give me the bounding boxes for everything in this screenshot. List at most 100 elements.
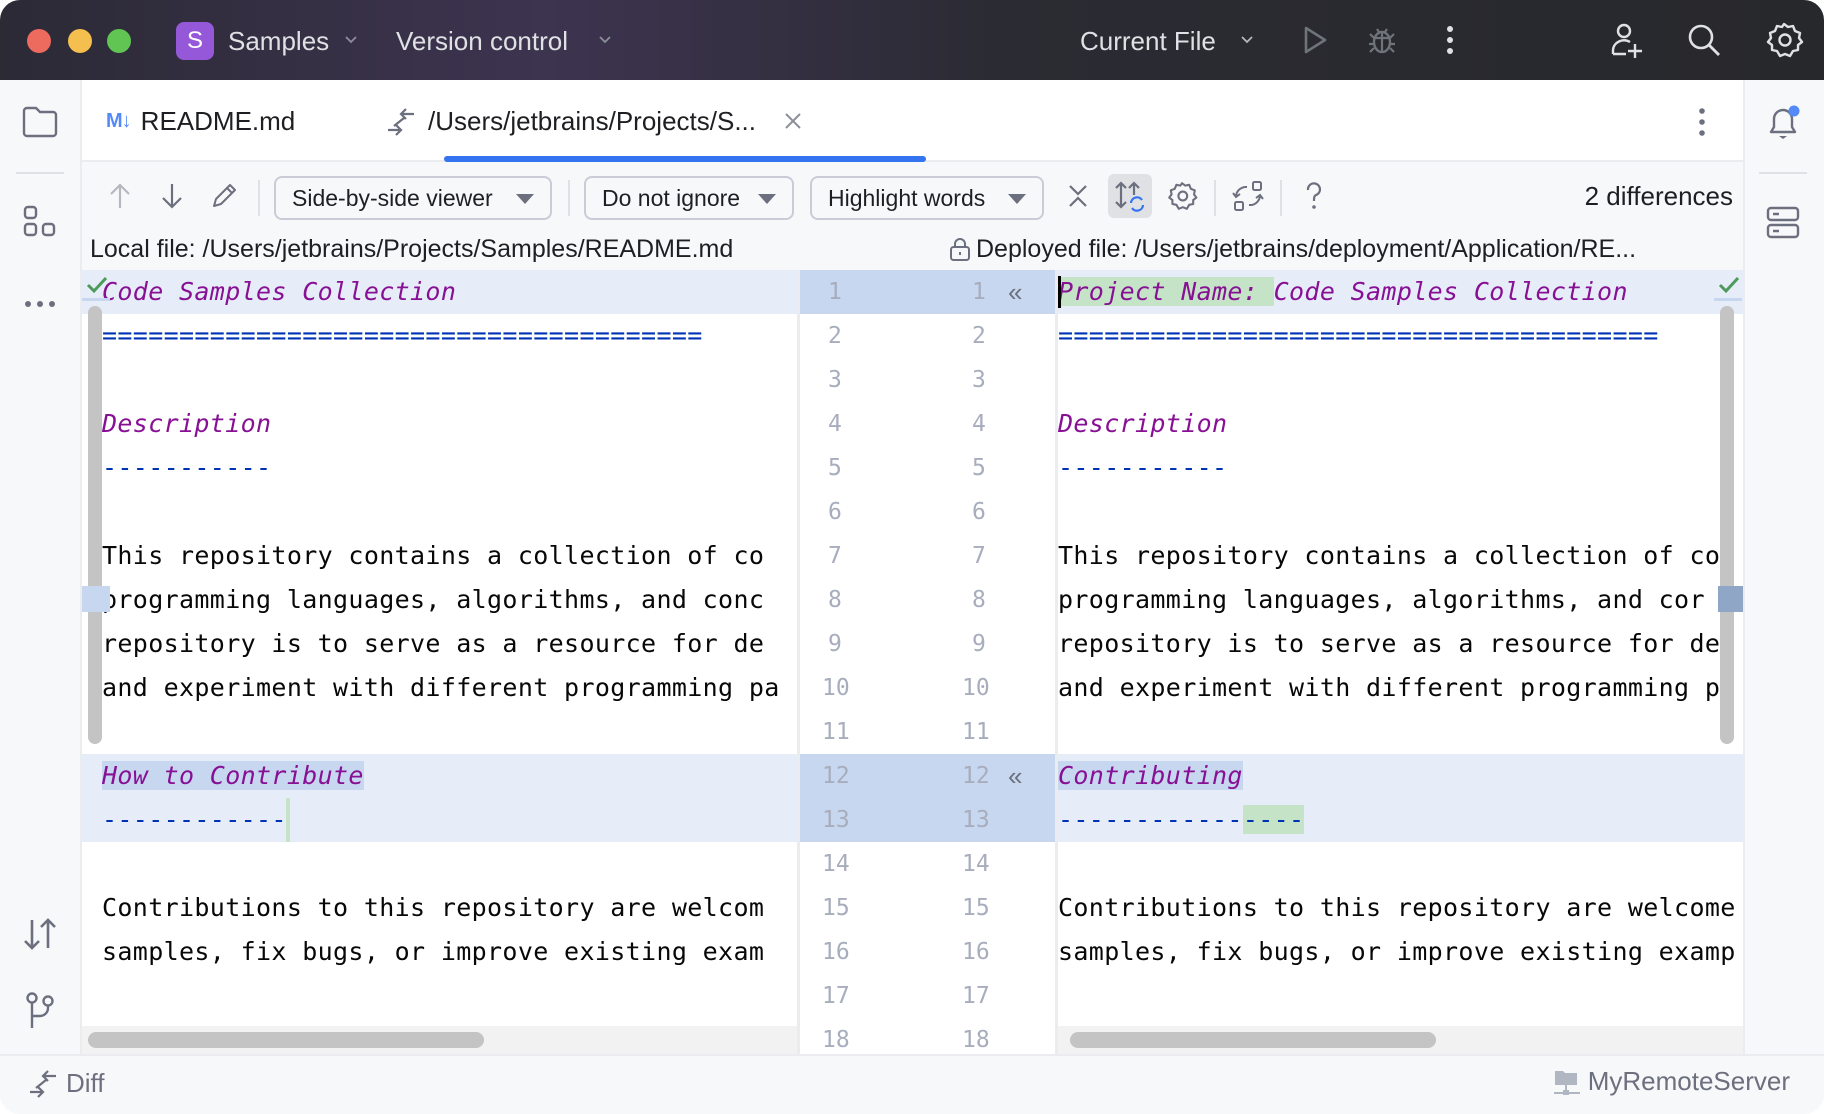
right-code-line: [1058, 710, 1743, 754]
project-selector[interactable]: Samples: [228, 22, 329, 60]
next-difference-icon: [162, 184, 182, 209]
left-horizontal-scrollbar-track: [82, 1026, 797, 1054]
close-tab-icon[interactable]: [782, 110, 804, 132]
next-difference-button[interactable]: [152, 176, 192, 216]
left-line-number: 14: [822, 851, 850, 877]
local-file-path: Local file: /Users/jetbrains/Projects/Sa…: [90, 235, 734, 263]
viewer-mode-dropdown[interactable]: Side-by-side viewer: [274, 176, 552, 220]
left-editor-local[interactable]: Code Samples Collection =================…: [82, 270, 797, 1054]
add-user-icon[interactable]: [1606, 20, 1646, 60]
editor-tab-bar: M↓ README.md /Users/jetbrains/Projects/S…: [82, 80, 1743, 162]
highlight-mode-dropdown[interactable]: Highlight words: [810, 176, 1044, 220]
insertion-marker: [285, 798, 290, 842]
tab-options-more-icon[interactable]: [1684, 104, 1720, 140]
swap-sides-button[interactable]: [1228, 176, 1268, 216]
left-line-number: 1: [828, 279, 842, 305]
run-configuration-selector[interactable]: Current File: [1080, 22, 1216, 60]
debug-icon[interactable]: [1362, 20, 1402, 60]
left-code-line: programming languages, algorithms, and c…: [82, 578, 797, 622]
sync-scroll-toggle[interactable]: [1108, 174, 1152, 218]
commit-updown-icon[interactable]: [20, 914, 60, 954]
gutter-row: 15 15: [800, 886, 1055, 930]
code-text: ------------: [102, 805, 287, 834]
left-line-number: 10: [822, 675, 850, 701]
project-badge[interactable]: S: [176, 22, 214, 60]
right-vertical-scrollbar[interactable]: [1720, 306, 1734, 744]
right-horizontal-scrollbar[interactable]: [1070, 1032, 1436, 1048]
help-button[interactable]: [1294, 176, 1334, 216]
structure-icon[interactable]: [20, 202, 60, 242]
right-code-line: Contributions to this repository are wel…: [1058, 886, 1743, 930]
project-folder-icon[interactable]: [20, 102, 60, 142]
left-line-number: 13: [822, 807, 850, 833]
left-code-line: [82, 490, 797, 534]
status-remote-server[interactable]: MyRemoteServer: [1552, 1066, 1790, 1097]
modified-text-highlight: How to Contribute: [102, 761, 364, 790]
right-line-number: 5: [972, 455, 986, 481]
left-line-number: 9: [828, 631, 842, 657]
title-bar: S Samples Version control Current File: [0, 0, 1824, 80]
more-horizontal-icon[interactable]: [20, 284, 60, 324]
close-window-button[interactable]: [27, 29, 51, 53]
chevron-down-icon: [345, 36, 357, 44]
prev-difference-button[interactable]: [100, 176, 140, 216]
collapse-unchanged-button[interactable]: [1058, 176, 1098, 216]
revert-change-button[interactable]: «: [1008, 270, 1022, 314]
gutter-row: 66: [800, 490, 1055, 534]
ignore-whitespace-dropdown[interactable]: Do not ignore: [584, 176, 794, 220]
left-line-number: 8: [828, 587, 842, 613]
settings-icon[interactable]: [1764, 20, 1804, 60]
status-diff-widget[interactable]: Diff: [26, 1066, 105, 1100]
gutter-row: 10 10: [800, 666, 1055, 710]
notifications-bell-icon[interactable]: [1763, 102, 1803, 142]
edit-source-button[interactable]: [204, 176, 244, 216]
right-code-line: =======================================: [1058, 314, 1743, 358]
edit-pencil-icon: [213, 184, 236, 207]
differences-count: 2 differences: [1584, 181, 1733, 211]
left-line-number: 6: [828, 499, 842, 525]
right-code-line: Description: [1058, 402, 1743, 446]
tab-diff[interactable]: /Users/jetbrains/Projects/S...: [384, 80, 804, 162]
code-text: Contributions to this repository are wel…: [102, 893, 765, 922]
database-server-icon[interactable]: [1763, 202, 1803, 242]
left-line-number: 12: [822, 763, 850, 789]
ide-window: S Samples Version control Current File M…: [0, 0, 1824, 1114]
search-icon[interactable]: [1684, 20, 1724, 60]
left-code-line: -----------: [82, 446, 797, 490]
right-line-number: 6: [972, 499, 986, 525]
chevron-down-icon: [1241, 36, 1253, 44]
code-text-rest: Code Samples Collection: [1273, 277, 1628, 306]
tab-readme[interactable]: M↓ README.md: [106, 80, 295, 162]
right-line-number: 9: [972, 631, 986, 657]
no-problems-check-icon: [86, 276, 108, 294]
left-code-line: ------------: [82, 798, 797, 842]
sync-scroll-icon: [1115, 181, 1145, 212]
version-control-menu[interactable]: Version control: [396, 22, 568, 60]
right-line-number: 12: [962, 763, 990, 789]
chevron-down-icon: [599, 36, 611, 44]
right-editor-deployed[interactable]: Project Name: Code Samples Collection ===…: [1058, 270, 1743, 1054]
code-text: =======================================: [102, 321, 703, 350]
right-line-number: 4: [972, 411, 986, 437]
marker-stripe: [1714, 298, 1742, 301]
gutter-row: 55: [800, 446, 1055, 490]
gutter-row: 44: [800, 402, 1055, 446]
minimize-window-button[interactable]: [68, 29, 92, 53]
left-vertical-scrollbar[interactable]: [88, 306, 102, 744]
code-text: Code Samples Collection: [102, 277, 457, 306]
more-vertical-icon[interactable]: [1430, 20, 1470, 60]
git-branch-icon[interactable]: [20, 990, 60, 1030]
right-code-line: Project Name: Code Samples Collection: [1058, 270, 1743, 314]
right-code-line: and experiment with different programmin…: [1058, 666, 1743, 710]
code-text: programming languages, algorithms, and c…: [1058, 585, 1705, 614]
left-line-number: 5: [828, 455, 842, 481]
toolbar-separator: [1280, 180, 1282, 216]
run-icon[interactable]: [1294, 20, 1334, 60]
collapse-unchanged-icon: [1069, 185, 1087, 207]
zoom-window-button[interactable]: [107, 29, 131, 53]
right-line-number: 10: [962, 675, 990, 701]
revert-change-button[interactable]: «: [1008, 754, 1022, 798]
diff-settings-button[interactable]: [1162, 176, 1202, 216]
right-code-line: repository is to serve as a resource for…: [1058, 622, 1743, 666]
left-horizontal-scrollbar[interactable]: [88, 1032, 484, 1048]
